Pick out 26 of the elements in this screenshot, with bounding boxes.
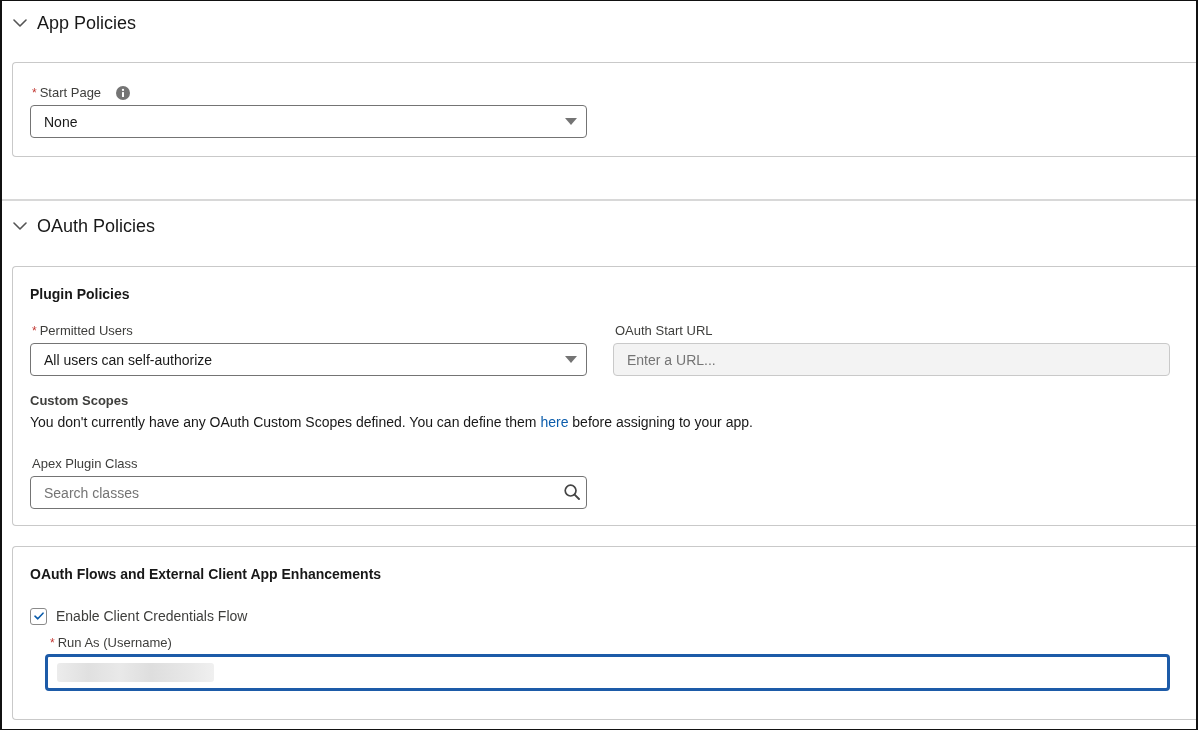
checkbox[interactable]	[30, 607, 47, 625]
field-label: OAuth Start URL	[615, 322, 713, 340]
checkmark-icon	[33, 612, 44, 620]
field-label: Permitted Users	[39, 322, 133, 340]
checkbox-label: Enable Client Credentials Flow	[56, 607, 248, 625]
search-icon	[564, 484, 580, 500]
notice-heading: Custom Scopes	[30, 392, 130, 410]
search-field[interactable]: Search classes	[30, 476, 587, 509]
caret-down-icon	[565, 356, 577, 363]
link[interactable]: here	[540, 414, 569, 430]
required-asterisk: *	[32, 323, 37, 340]
info-icon[interactable]	[116, 86, 131, 100]
section-toggle[interactable]: App Policies	[2, 1, 137, 37]
card-heading: OAuth Flows and External Client App Enhancements	[30, 565, 383, 584]
required-asterisk: *	[32, 85, 37, 102]
dropdown-select[interactable]: All users can self-authorize	[30, 343, 587, 376]
field-label: Start Page	[39, 84, 102, 102]
required-asterisk: *	[50, 635, 55, 652]
field-label: Apex Plugin Class	[32, 455, 138, 473]
notice-message: You don't currently have any OAuth Custom Scopes defined. You can define them here before assigning to your app.	[30, 413, 754, 432]
dropdown-select[interactable]: None	[30, 105, 587, 138]
section-toggle[interactable]: OAuth Policies	[2, 204, 156, 240]
card-heading: Plugin Policies	[30, 285, 131, 304]
text-field[interactable]	[45, 654, 1170, 691]
field-label: Run As (Username)	[57, 634, 172, 652]
caret-down-icon	[565, 118, 577, 125]
